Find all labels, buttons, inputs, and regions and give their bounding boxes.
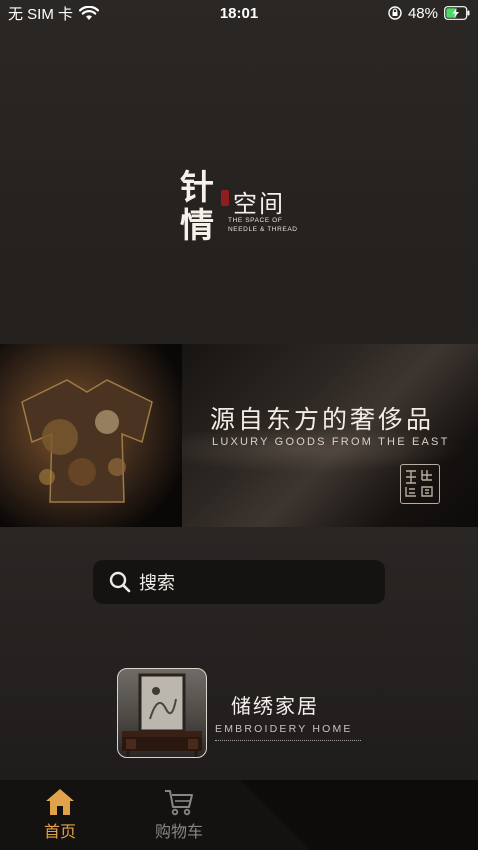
category-divider (215, 740, 361, 741)
search-placeholder: 搜索 (139, 573, 175, 594)
status-bar: 无 SIM 卡 18:01 48% (0, 0, 478, 26)
category-title: 储绣家居 (231, 694, 319, 718)
tab-bar-decoration (240, 780, 478, 850)
brand-logo: 针 情 空间 THE SPACE OF NEEDLE & THREAD (176, 160, 306, 250)
carrier-label: 无 SIM 卡 (8, 5, 74, 23)
wifi-icon (79, 5, 100, 21)
logo-subtitle-line-1: THE SPACE OF (228, 217, 283, 224)
lock-rotation-icon (388, 6, 402, 20)
category-subtitle: EMBROIDERY HOME (215, 723, 353, 735)
category-thumbnail (117, 668, 207, 758)
banner-text-panel: 源自东方的奢侈品 LUXURY GOODS FROM THE EAST (182, 344, 478, 527)
battery-charging-icon (444, 6, 470, 20)
logo-seal-icon (221, 190, 229, 206)
status-time: 18:01 (219, 4, 259, 22)
embroidered-robe-illustration (21, 379, 153, 503)
battery-percent: 48% (407, 4, 438, 22)
banner-robe-image (0, 344, 182, 527)
search-input[interactable]: 搜索 (93, 560, 385, 604)
search-icon (109, 571, 131, 593)
status-left: 无 SIM 卡 (8, 3, 100, 24)
banner-subtitle: LUXURY GOODS FROM THE EAST (212, 436, 450, 448)
cart-icon (164, 788, 194, 816)
banner-title: 源自东方的奢侈品 (210, 405, 435, 434)
home-icon (45, 788, 75, 816)
logo-char-affection: 情 (180, 206, 214, 246)
furniture-screen-image (122, 673, 202, 757)
logo-subtitle-line-2: NEEDLE & THREAD (228, 226, 298, 233)
tab-home[interactable]: 首页 (25, 788, 95, 846)
category-embroidery-home[interactable]: 储绣家居 EMBROIDERY HOME (117, 668, 367, 760)
logo-space-title: 空间 (233, 190, 285, 218)
tab-bar: 首页 购物车 (0, 780, 478, 850)
tab-cart[interactable]: 购物车 (144, 788, 214, 846)
status-right: 48% (388, 5, 470, 22)
banner-seal-icon (400, 464, 440, 504)
promo-banner[interactable]: 源自东方的奢侈品 LUXURY GOODS FROM THE EAST (0, 344, 478, 527)
tab-cart-label: 购物车 (154, 822, 203, 841)
tab-home-label: 首页 (43, 822, 76, 841)
